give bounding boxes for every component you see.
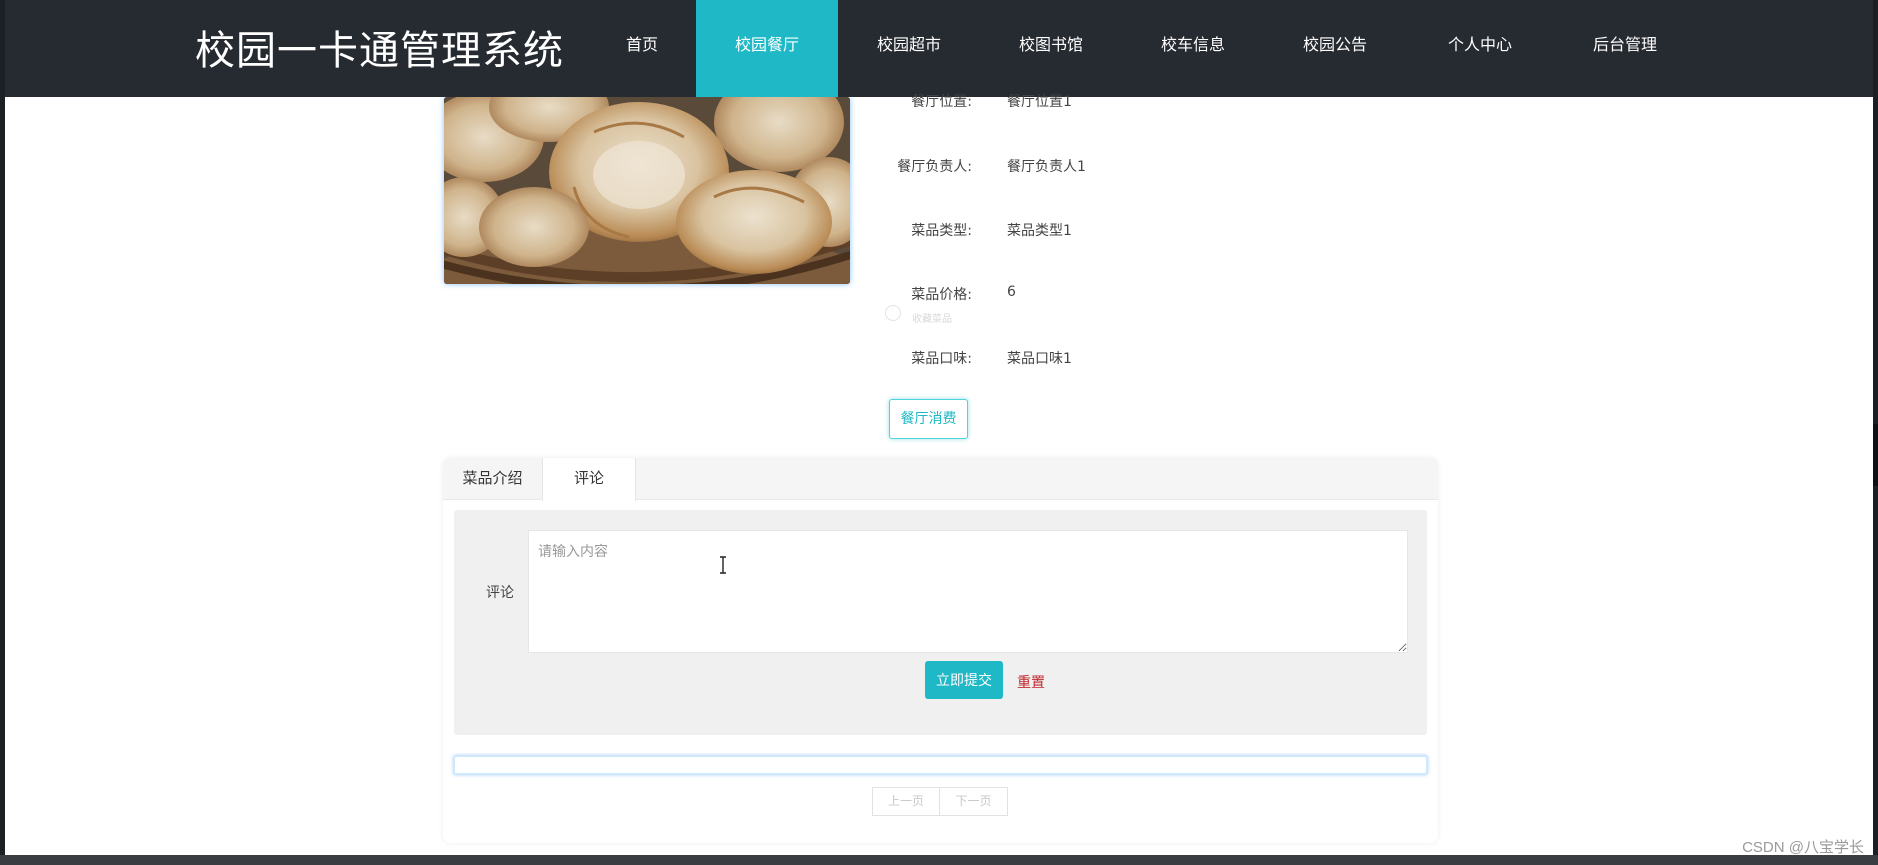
- prev-page-button[interactable]: 上一页: [872, 787, 940, 816]
- nav-item-library[interactable]: 校图书馆: [980, 0, 1122, 97]
- site-logo[interactable]: 校园一卡通管理系统: [195, 18, 564, 76]
- pagination: 上一页 下一页: [872, 787, 1008, 816]
- field-label-location: 餐厅位置:: [911, 94, 972, 110]
- next-page-button[interactable]: 下一页: [940, 787, 1008, 816]
- favorite-hint[interactable]: 收藏菜品: [912, 310, 952, 325]
- dish-image: [444, 97, 850, 284]
- field-label-price: 菜品价格:: [911, 287, 972, 303]
- comment-label: 评论: [486, 585, 514, 601]
- nav-item-profile[interactable]: 个人中心: [1409, 0, 1551, 97]
- field-label-dish-type: 菜品类型:: [911, 223, 972, 239]
- watermark: CSDN @八宝学长: [1742, 839, 1864, 856]
- field-value-price: 6: [1007, 284, 1016, 300]
- favorite-icon[interactable]: [885, 305, 901, 321]
- nav-item-announcements[interactable]: 校园公告: [1264, 0, 1406, 97]
- field-value-location: 餐厅位置1: [1007, 94, 1072, 110]
- nav-item-shuttle[interactable]: 校车信息: [1122, 0, 1264, 97]
- comment-form: 评论 立即提交 重置: [454, 510, 1427, 735]
- text-cursor-icon: [720, 556, 726, 574]
- field-value-flavor: 菜品口味1: [1007, 351, 1072, 367]
- field-label-flavor: 菜品口味:: [911, 351, 972, 367]
- dish-tabs-panel: 菜品介绍 评论 评论 立即提交 重置 上一页 下一页: [443, 458, 1438, 843]
- nav-item-home[interactable]: 首页: [571, 0, 713, 97]
- nav-item-admin[interactable]: 后台管理: [1554, 0, 1696, 97]
- comment-input[interactable]: [528, 530, 1408, 653]
- tab-comments[interactable]: 评论: [542, 458, 636, 501]
- field-label-manager: 餐厅负责人:: [897, 159, 972, 175]
- tab-dish-intro[interactable]: 菜品介绍: [443, 458, 542, 500]
- scrollbar-thumb[interactable]: [1873, 424, 1878, 486]
- nav-item-supermarket[interactable]: 校园超市: [838, 0, 980, 97]
- reset-button[interactable]: 重置: [1017, 672, 1045, 692]
- nav-item-canteen[interactable]: 校园餐厅: [696, 0, 838, 97]
- field-value-manager: 餐厅负责人1: [1007, 159, 1086, 175]
- window-edge-left: [0, 0, 5, 865]
- field-value-dish-type: 菜品类型1: [1007, 223, 1072, 239]
- bottom-bar: [0, 855, 1878, 865]
- canteen-consume-button[interactable]: 餐厅消费: [889, 399, 968, 439]
- comment-list-area: [453, 755, 1428, 775]
- tab-bar: 菜品介绍 评论: [443, 458, 1438, 501]
- top-navbar: 校园一卡通管理系统 首页 校园餐厅 校园超市 校图书馆 校车信息 校园公告 个人…: [5, 0, 1873, 97]
- submit-button[interactable]: 立即提交: [925, 661, 1003, 699]
